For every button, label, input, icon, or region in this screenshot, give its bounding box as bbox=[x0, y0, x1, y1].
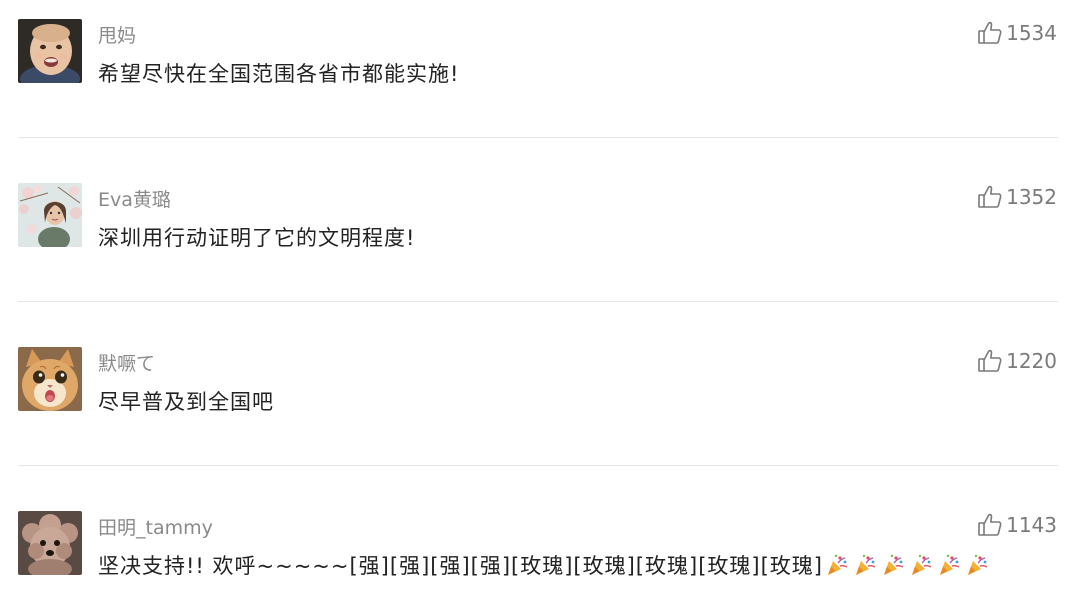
party-popper-icon bbox=[825, 553, 851, 577]
avatar[interactable] bbox=[18, 183, 82, 247]
username[interactable]: 甩妈 bbox=[98, 23, 136, 49]
comment-list: 甩妈 希望尽快在全国范围各省市都能实施! 1534 Eva黄璐 深圳用行动证明了… bbox=[0, 0, 1080, 604]
avatar[interactable] bbox=[18, 347, 82, 411]
like-count: 1352 bbox=[1006, 185, 1057, 209]
thumbs-up-icon bbox=[977, 348, 1003, 374]
party-popper-icon bbox=[965, 553, 991, 577]
party-popper-icon bbox=[853, 553, 879, 577]
party-popper-icon bbox=[909, 553, 935, 577]
like-button[interactable]: 1534 bbox=[977, 18, 1057, 48]
divider bbox=[18, 137, 1058, 138]
comment-item: 田明_tammy 坚决支持!! 欢呼~~~~~[强][强][强][强][玫瑰][… bbox=[0, 492, 1080, 604]
like-button[interactable]: 1352 bbox=[977, 182, 1057, 212]
comment-item: 甩妈 希望尽快在全国范围各省市都能实施! 1534 bbox=[0, 0, 1080, 164]
thumbs-up-icon bbox=[977, 184, 1003, 210]
comment-text: 深圳用行动证明了它的文明程度! bbox=[98, 226, 416, 250]
like-button[interactable]: 1220 bbox=[977, 346, 1057, 376]
avatar[interactable] bbox=[18, 19, 82, 83]
thumbs-up-icon bbox=[977, 512, 1003, 538]
username[interactable]: 默噘て bbox=[98, 351, 155, 377]
comment-item: Eva黄璐 深圳用行动证明了它的文明程度! 1352 bbox=[0, 164, 1080, 328]
thumbs-up-icon bbox=[977, 20, 1003, 46]
emoji-row bbox=[823, 554, 991, 578]
party-popper-icon bbox=[937, 553, 963, 577]
comment-text: 尽早普及到全国吧 bbox=[98, 390, 274, 414]
like-count: 1534 bbox=[1006, 21, 1057, 45]
cat-avatar bbox=[18, 347, 82, 411]
like-button[interactable]: 1143 bbox=[977, 510, 1057, 540]
woman-blossoms-avatar bbox=[18, 183, 82, 247]
party-popper-icon bbox=[881, 553, 907, 577]
like-count: 1220 bbox=[1006, 349, 1057, 373]
comment-text: 坚决支持!! 欢呼~~~~~[强][强][强][强][玫瑰][玫瑰][玫瑰][玫… bbox=[98, 552, 991, 580]
comment-text-body: 坚决支持!! 欢呼~~~~~[强][强][强][强][玫瑰][玫瑰][玫瑰][玫… bbox=[98, 554, 823, 578]
avatar[interactable] bbox=[18, 511, 82, 575]
divider bbox=[18, 465, 1058, 466]
like-count: 1143 bbox=[1006, 513, 1057, 537]
comment-item: 默噘て 尽早普及到全国吧 1220 bbox=[0, 328, 1080, 492]
divider bbox=[18, 301, 1058, 302]
username[interactable]: 田明_tammy bbox=[98, 515, 213, 541]
poodle-avatar bbox=[18, 511, 82, 575]
comment-text: 希望尽快在全国范围各省市都能实施! bbox=[98, 62, 460, 86]
baby-photo-avatar bbox=[18, 19, 82, 83]
username[interactable]: Eva黄璐 bbox=[98, 187, 171, 213]
